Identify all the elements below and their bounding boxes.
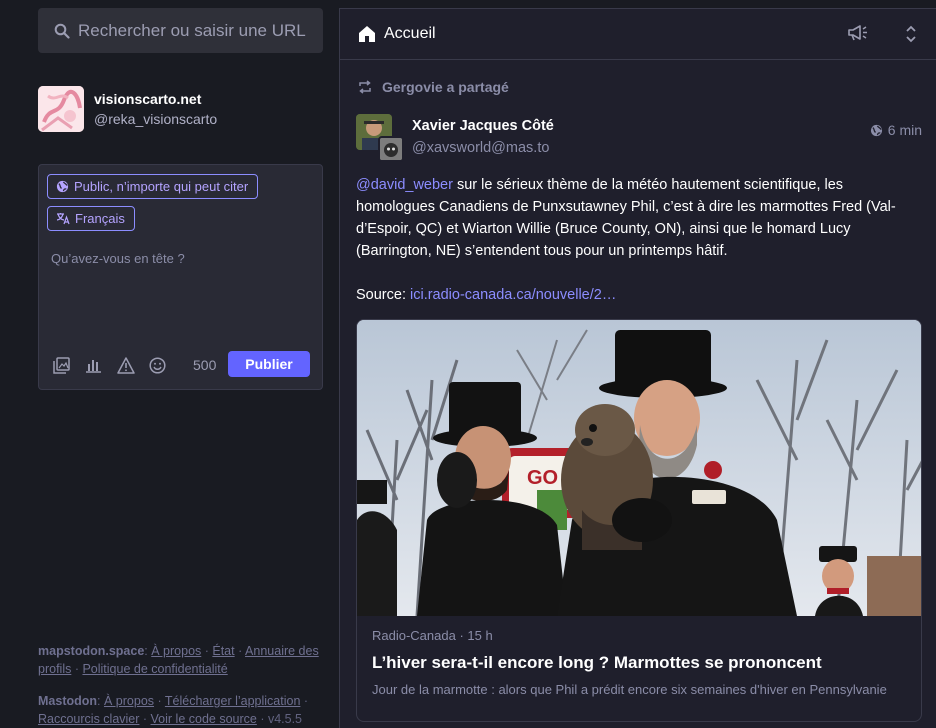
announcements-button[interactable]	[847, 24, 869, 47]
footer-links: mapstodon.space: À propos · État · Annua…	[38, 644, 319, 726]
keyboard-shortcuts-link[interactable]: Raccourcis clavier	[38, 712, 139, 726]
mastodon-about-link[interactable]: À propos	[104, 694, 154, 708]
search-box[interactable]	[38, 8, 323, 53]
column-header: Accueil	[340, 9, 936, 60]
card-image[interactable]: GO	[357, 320, 921, 616]
card-age: 15 h	[467, 628, 493, 643]
visibility-label: Public, n’importe qui peut citer	[74, 179, 249, 194]
server-name: mapstodon.space	[38, 644, 145, 658]
mention-link[interactable]: @david_weber	[356, 177, 453, 193]
boost-icon	[359, 80, 371, 94]
status-link[interactable]: État	[212, 644, 234, 658]
translate-icon	[56, 213, 70, 225]
home-icon	[359, 26, 375, 42]
warning-icon	[117, 357, 135, 374]
boosted-by-label[interactable]: Gergovie a partagé	[382, 79, 509, 95]
column-settings-button[interactable]	[905, 24, 917, 49]
search-input[interactable]	[78, 20, 318, 41]
current-account[interactable]: visionscarto.net @reka_visionscarto	[38, 86, 217, 132]
megaphone-icon	[848, 25, 867, 41]
media-button[interactable]	[53, 353, 85, 378]
boost-prepend[interactable]: Gergovie a partagé	[358, 79, 509, 95]
character-counter: 500	[193, 357, 217, 373]
avatar[interactable]	[356, 114, 404, 162]
server-about-link[interactable]: À propos	[151, 644, 201, 658]
account-handle: @reka_visionscarto	[94, 111, 218, 127]
compose-form: Public, n’importe qui peut citer Françai…	[38, 164, 323, 390]
account-display-name[interactable]: visionscarto.net	[94, 91, 217, 107]
compose-toolbar	[53, 353, 181, 378]
status-timestamp[interactable]: 6 min	[870, 122, 922, 138]
status-author[interactable]: Xavier Jacques Côté @xavsworld@mas.to	[356, 114, 554, 162]
source-label: Source:	[356, 287, 410, 303]
poll-button[interactable]	[85, 353, 117, 378]
author-handle[interactable]: @xavsworld@mas.to	[412, 140, 554, 156]
emoji-icon	[149, 357, 166, 374]
status-content: @david_weber sur le sérieux thème de la …	[356, 174, 914, 328]
sign-text: GO	[527, 467, 558, 489]
version-label: v4.5.5	[267, 712, 303, 726]
download-app-link[interactable]: Télécharger l’application	[165, 694, 301, 708]
link-preview-card[interactable]: GO Radio-Canada · 15 h L’hiver sera-t-il…	[356, 319, 922, 722]
content-warning-button[interactable]	[117, 353, 149, 378]
author-display-name[interactable]: Xavier Jacques Côté	[412, 118, 554, 134]
emoji-button[interactable]	[149, 353, 181, 378]
privacy-link[interactable]: Politique de confidentialité	[82, 662, 227, 676]
compose-textarea[interactable]: Qu’avez-vous en tête ?	[51, 251, 311, 266]
visibility-button[interactable]: Public, n’importe qui peut citer	[47, 174, 259, 199]
source-code-link[interactable]: Voir le code source	[151, 712, 257, 726]
source-link[interactable]: ici.radio-canada.ca/nouvelle/2…	[410, 287, 616, 303]
globe-icon	[870, 124, 882, 136]
image-icon	[53, 357, 70, 374]
globe-icon	[56, 180, 69, 193]
card-meta: Radio-Canada · 15 h	[372, 628, 493, 643]
card-title[interactable]: L’hiver sera-t-il encore long ? Marmotte…	[372, 653, 906, 673]
language-label: Français	[75, 211, 125, 226]
home-timeline: Accueil Gergovie a partagé Xavier Jacque…	[339, 8, 936, 728]
time-label: 6 min	[887, 122, 922, 138]
expand-collapse-icon	[906, 25, 916, 43]
publish-button[interactable]: Publier	[228, 351, 310, 377]
avatar[interactable]	[38, 86, 84, 132]
poll-icon	[86, 360, 101, 373]
language-button[interactable]: Français	[47, 206, 135, 231]
page-title[interactable]: Accueil	[384, 25, 436, 43]
app-name: Mastodon	[38, 694, 98, 708]
navigation-column: visionscarto.net @reka_visionscarto Publ…	[0, 0, 339, 728]
search-icon	[54, 23, 70, 39]
card-description: Jour de la marmotte : alors que Phil a p…	[372, 682, 887, 697]
card-publisher: Radio-Canada	[372, 628, 456, 643]
